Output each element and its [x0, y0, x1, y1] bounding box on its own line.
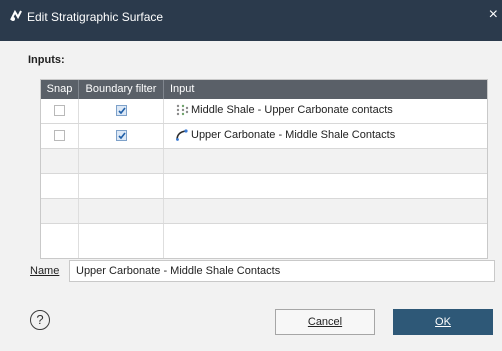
name-label: Name	[30, 265, 60, 277]
help-icon[interactable]: ?	[30, 310, 50, 330]
edit-stratigraphic-surface-dialog: Edit Stratigraphic Surface × Inputs: Sna…	[0, 0, 502, 351]
contact-points-icon	[176, 104, 189, 116]
boundary-filter-checkbox[interactable]	[116, 130, 127, 141]
polyline-icon	[176, 129, 188, 141]
snap-checkbox[interactable]	[54, 105, 65, 116]
boundary-filter-checkbox[interactable]	[116, 105, 127, 116]
empty-cell	[41, 199, 79, 223]
snap-cell	[41, 99, 79, 123]
app-icon	[10, 9, 22, 21]
cancel-button[interactable]: Cancel	[275, 309, 375, 335]
column-header-snap[interactable]: Snap	[41, 80, 79, 99]
boundary-filter-cell	[79, 99, 164, 123]
empty-cell	[41, 149, 79, 173]
input-cell: Middle Shale - Upper Carbonate contacts	[164, 99, 487, 123]
empty-cell	[79, 149, 164, 173]
empty-row	[41, 174, 487, 199]
inputs-label: Inputs:	[28, 54, 65, 66]
empty-row	[41, 224, 487, 258]
table-row[interactable]: Middle Shale - Upper Carbonate contacts	[41, 99, 487, 124]
empty-cell	[79, 224, 164, 258]
input-name: Upper Carbonate - Middle Shale Contacts	[191, 129, 396, 141]
table-row[interactable]: Upper Carbonate - Middle Shale Contacts	[41, 124, 487, 149]
empty-cell	[79, 174, 164, 198]
checkmark-icon	[118, 132, 126, 140]
close-icon[interactable]: ×	[489, 6, 498, 24]
input-cell: Upper Carbonate - Middle Shale Contacts	[164, 124, 487, 148]
snap-cell	[41, 124, 79, 148]
name-field[interactable]	[69, 260, 495, 282]
empty-cell	[41, 224, 79, 258]
snap-checkbox[interactable]	[54, 130, 65, 141]
window-title: Edit Stratigraphic Surface	[27, 10, 164, 24]
checkmark-icon	[118, 107, 126, 115]
boundary-filter-cell	[79, 124, 164, 148]
ok-button[interactable]: OK	[393, 309, 493, 335]
column-header-input[interactable]: Input	[164, 80, 487, 99]
table-header: Snap Boundary filter Input	[41, 80, 487, 99]
input-name: Middle Shale - Upper Carbonate contacts	[191, 104, 393, 116]
empty-row	[41, 199, 487, 224]
column-header-boundary-filter[interactable]: Boundary filter	[79, 80, 164, 99]
empty-cell	[41, 174, 79, 198]
empty-row	[41, 149, 487, 174]
title-bar[interactable]: Edit Stratigraphic Surface ×	[0, 0, 502, 41]
empty-cell	[79, 199, 164, 223]
inputs-table: Snap Boundary filter Input Middle Shale …	[40, 79, 488, 259]
